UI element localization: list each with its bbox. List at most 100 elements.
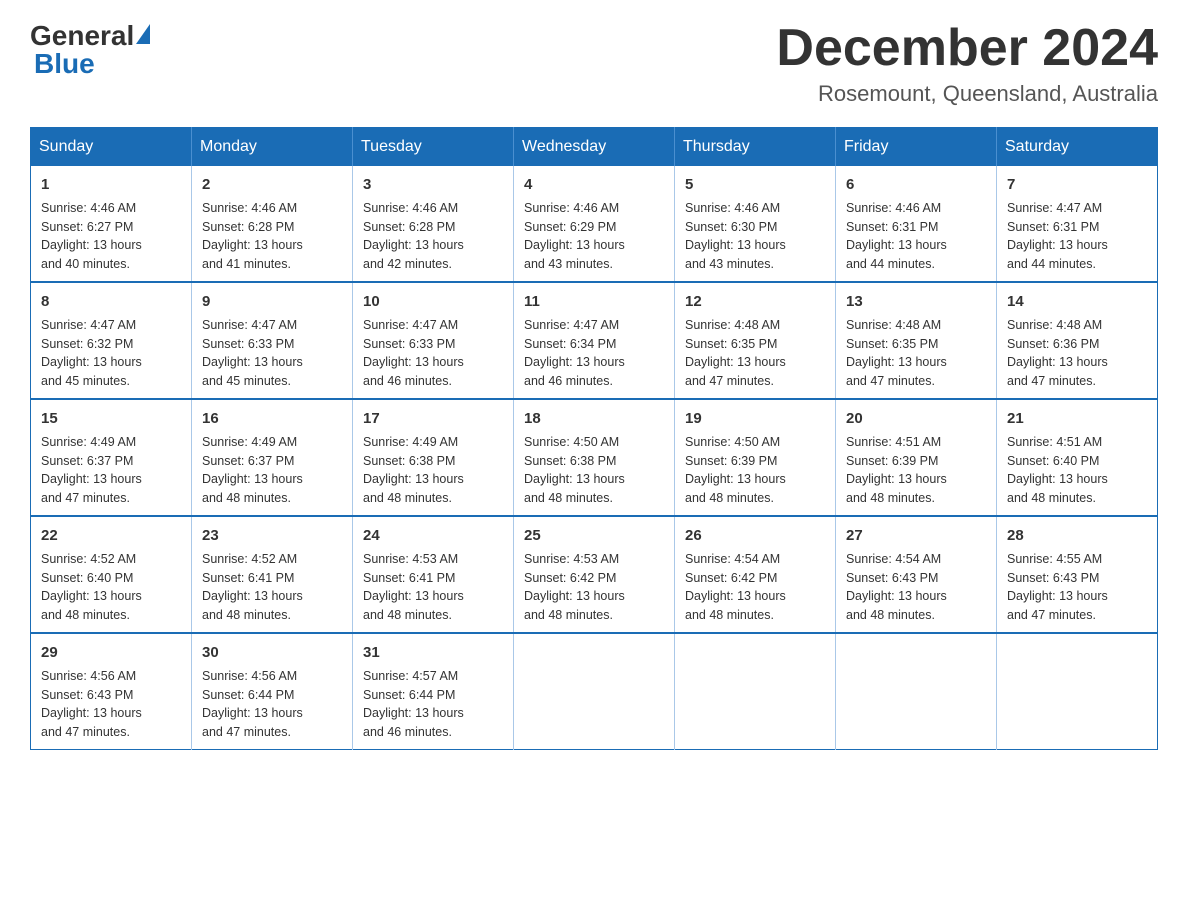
day-sun-info: Sunrise: 4:47 AMSunset: 6:33 PMDaylight:…	[202, 318, 303, 388]
weekday-header-tuesday: Tuesday	[353, 128, 514, 167]
day-sun-info: Sunrise: 4:50 AMSunset: 6:39 PMDaylight:…	[685, 435, 786, 505]
day-number: 9	[202, 291, 342, 312]
calendar-cell: 13Sunrise: 4:48 AMSunset: 6:35 PMDayligh…	[836, 282, 997, 399]
calendar-cell: 11 Sunrise: 4:47 AMSunset: 6:34 PMDayligh…	[514, 282, 675, 399]
day-sun-info: Sunrise: 4:47 AMSunset: 6:32 PMDaylight:…	[41, 318, 142, 388]
calendar-cell	[997, 633, 1158, 750]
day-sun-info: Sunrise: 4:46 AMSunset: 6:31 PMDaylight:…	[846, 201, 947, 271]
day-sun-info: Sunrise: 4:47 AMSunset: 6:31 PMDaylight:…	[1007, 201, 1108, 271]
calendar-table: SundayMondayTuesdayWednesdayThursdayFrid…	[30, 127, 1158, 750]
day-sun-info: Sunrise: 4:49 AMSunset: 6:38 PMDaylight:…	[363, 435, 464, 505]
calendar-cell: 31 Sunrise: 4:57 AMSunset: 6:44 PMDayligh…	[353, 633, 514, 750]
day-number: 20	[846, 408, 986, 429]
day-sun-info: Sunrise: 4:52 AMSunset: 6:41 PMDaylight:…	[202, 552, 303, 622]
weekday-header-thursday: Thursday	[675, 128, 836, 167]
calendar-cell: 6 Sunrise: 4:46 AMSunset: 6:31 PMDaylight…	[836, 166, 997, 282]
day-number: 12	[685, 291, 825, 312]
day-sun-info: Sunrise: 4:52 AMSunset: 6:40 PMDaylight:…	[41, 552, 142, 622]
day-number: 21	[1007, 408, 1147, 429]
day-sun-info: Sunrise: 4:56 AMSunset: 6:44 PMDaylight:…	[202, 669, 303, 739]
calendar-cell	[836, 633, 997, 750]
calendar-cell: 9 Sunrise: 4:47 AMSunset: 6:33 PMDaylight…	[192, 282, 353, 399]
day-sun-info: Sunrise: 4:51 AMSunset: 6:40 PMDaylight:…	[1007, 435, 1108, 505]
weekday-header-wednesday: Wednesday	[514, 128, 675, 167]
day-sun-info: Sunrise: 4:48 AMSunset: 6:36 PMDaylight:…	[1007, 318, 1108, 388]
day-sun-info: Sunrise: 4:54 AMSunset: 6:42 PMDaylight:…	[685, 552, 786, 622]
calendar-cell: 16 Sunrise: 4:49 AMSunset: 6:37 PMDayligh…	[192, 399, 353, 516]
calendar-cell: 12 Sunrise: 4:48 AMSunset: 6:35 PMDayligh…	[675, 282, 836, 399]
weekday-header-row: SundayMondayTuesdayWednesdayThursdayFrid…	[31, 128, 1158, 167]
calendar-cell: 25Sunrise: 4:53 AMSunset: 6:42 PMDayligh…	[514, 516, 675, 633]
title-area: December 2024 Rosemount, Queensland, Aus…	[776, 20, 1158, 107]
calendar-cell: 20Sunrise: 4:51 AMSunset: 6:39 PMDayligh…	[836, 399, 997, 516]
day-number: 24	[363, 525, 503, 546]
day-number: 15	[41, 408, 181, 429]
day-sun-info: Sunrise: 4:53 AMSunset: 6:42 PMDaylight:…	[524, 552, 625, 622]
day-number: 27	[846, 525, 986, 546]
day-sun-info: Sunrise: 4:46 AMSunset: 6:30 PMDaylight:…	[685, 201, 786, 271]
calendar-cell: 18 Sunrise: 4:50 AMSunset: 6:38 PMDayligh…	[514, 399, 675, 516]
day-number: 11	[524, 291, 664, 312]
day-sun-info: Sunrise: 4:54 AMSunset: 6:43 PMDaylight:…	[846, 552, 947, 622]
day-number: 19	[685, 408, 825, 429]
weekday-header-saturday: Saturday	[997, 128, 1158, 167]
calendar-cell: 2Sunrise: 4:46 AMSunset: 6:28 PMDaylight…	[192, 166, 353, 282]
calendar-week-row: 15 Sunrise: 4:49 AMSunset: 6:37 PMDayligh…	[31, 399, 1158, 516]
day-number: 5	[685, 174, 825, 195]
location-subtitle: Rosemount, Queensland, Australia	[776, 81, 1158, 107]
day-number: 4	[524, 174, 664, 195]
day-sun-info: Sunrise: 4:53 AMSunset: 6:41 PMDaylight:…	[363, 552, 464, 622]
calendar-cell: 8Sunrise: 4:47 AMSunset: 6:32 PMDaylight…	[31, 282, 192, 399]
day-sun-info: Sunrise: 4:46 AMSunset: 6:28 PMDaylight:…	[363, 201, 464, 271]
day-number: 14	[1007, 291, 1147, 312]
day-sun-info: Sunrise: 4:47 AMSunset: 6:33 PMDaylight:…	[363, 318, 464, 388]
logo-triangle-icon	[136, 24, 150, 44]
day-number: 6	[846, 174, 986, 195]
day-number: 29	[41, 642, 181, 663]
day-sun-info: Sunrise: 4:50 AMSunset: 6:38 PMDaylight:…	[524, 435, 625, 505]
calendar-cell: 19 Sunrise: 4:50 AMSunset: 6:39 PMDayligh…	[675, 399, 836, 516]
day-number: 10	[363, 291, 503, 312]
calendar-week-row: 29 Sunrise: 4:56 AMSunset: 6:43 PMDayligh…	[31, 633, 1158, 750]
calendar-cell: 5 Sunrise: 4:46 AMSunset: 6:30 PMDaylight…	[675, 166, 836, 282]
day-number: 26	[685, 525, 825, 546]
calendar-cell: 28Sunrise: 4:55 AMSunset: 6:43 PMDayligh…	[997, 516, 1158, 633]
day-number: 16	[202, 408, 342, 429]
day-sun-info: Sunrise: 4:47 AMSunset: 6:34 PMDaylight:…	[524, 318, 625, 388]
day-number: 28	[1007, 525, 1147, 546]
day-number: 3	[363, 174, 503, 195]
calendar-cell	[514, 633, 675, 750]
calendar-cell: 29 Sunrise: 4:56 AMSunset: 6:43 PMDayligh…	[31, 633, 192, 750]
day-sun-info: Sunrise: 4:48 AMSunset: 6:35 PMDaylight:…	[685, 318, 786, 388]
page-header: General Blue December 2024 Rosemount, Qu…	[30, 20, 1158, 107]
day-number: 23	[202, 525, 342, 546]
calendar-week-row: 1 Sunrise: 4:46 AMSunset: 6:27 PMDaylight…	[31, 166, 1158, 282]
day-sun-info: Sunrise: 4:46 AMSunset: 6:27 PMDaylight:…	[41, 201, 142, 271]
calendar-cell: 24 Sunrise: 4:53 AMSunset: 6:41 PMDayligh…	[353, 516, 514, 633]
day-sun-info: Sunrise: 4:49 AMSunset: 6:37 PMDaylight:…	[41, 435, 142, 505]
day-number: 17	[363, 408, 503, 429]
day-number: 2	[202, 174, 342, 195]
day-number: 7	[1007, 174, 1147, 195]
day-number: 13	[846, 291, 986, 312]
weekday-header-friday: Friday	[836, 128, 997, 167]
calendar-cell: 21 Sunrise: 4:51 AMSunset: 6:40 PMDayligh…	[997, 399, 1158, 516]
day-sun-info: Sunrise: 4:57 AMSunset: 6:44 PMDaylight:…	[363, 669, 464, 739]
calendar-cell	[675, 633, 836, 750]
calendar-cell: 27 Sunrise: 4:54 AMSunset: 6:43 PMDayligh…	[836, 516, 997, 633]
month-title: December 2024	[776, 20, 1158, 77]
logo-blue-text: Blue	[34, 48, 95, 79]
calendar-cell: 22Sunrise: 4:52 AMSunset: 6:40 PMDayligh…	[31, 516, 192, 633]
day-number: 1	[41, 174, 181, 195]
day-number: 18	[524, 408, 664, 429]
logo: General Blue	[30, 20, 150, 80]
calendar-week-row: 22Sunrise: 4:52 AMSunset: 6:40 PMDayligh…	[31, 516, 1158, 633]
calendar-cell: 3 Sunrise: 4:46 AMSunset: 6:28 PMDaylight…	[353, 166, 514, 282]
calendar-cell: 26 Sunrise: 4:54 AMSunset: 6:42 PMDayligh…	[675, 516, 836, 633]
day-number: 30	[202, 642, 342, 663]
day-sun-info: Sunrise: 4:49 AMSunset: 6:37 PMDaylight:…	[202, 435, 303, 505]
calendar-cell: 1 Sunrise: 4:46 AMSunset: 6:27 PMDaylight…	[31, 166, 192, 282]
calendar-cell: 23 Sunrise: 4:52 AMSunset: 6:41 PMDayligh…	[192, 516, 353, 633]
day-sun-info: Sunrise: 4:56 AMSunset: 6:43 PMDaylight:…	[41, 669, 142, 739]
day-number: 31	[363, 642, 503, 663]
